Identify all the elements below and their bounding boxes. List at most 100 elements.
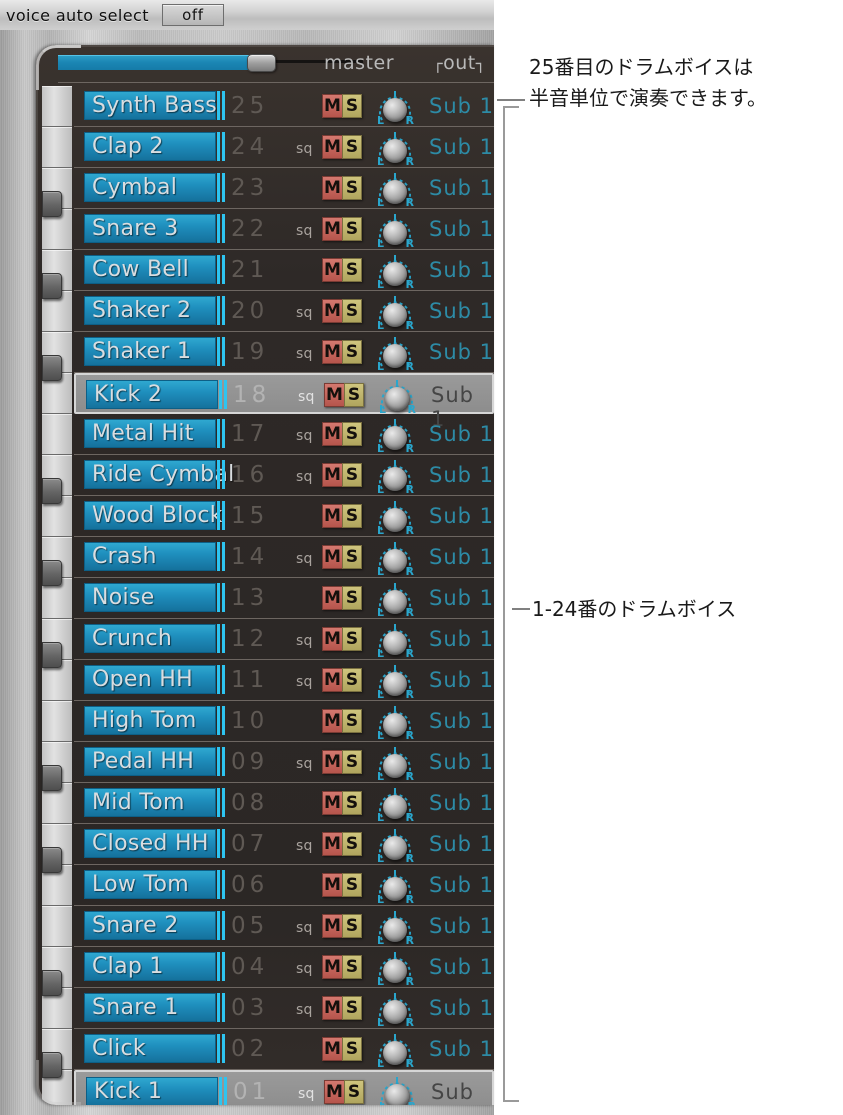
sq-indicator[interactable]: sq (298, 389, 315, 405)
sq-indicator[interactable]: sq (296, 141, 313, 157)
output-assign[interactable]: Sub 1 (429, 545, 494, 569)
output-assign[interactable]: Sub 1 (429, 1037, 494, 1061)
piano-black-key[interactable] (42, 477, 62, 504)
piano-black-key[interactable] (42, 846, 62, 873)
voice-name-field[interactable]: Clap 2 (84, 132, 216, 161)
voice-row[interactable]: Click 02 M S L R Sub 1 (74, 1029, 494, 1070)
mute-button[interactable]: M (322, 217, 342, 241)
pan-knob[interactable]: LR (375, 254, 415, 291)
mute-button[interactable]: M (322, 340, 342, 364)
voice-row[interactable]: Wood Block 15 M S L R Sub 1 (74, 496, 494, 537)
output-assign[interactable]: Sub 1 (429, 299, 494, 323)
piano-black-key[interactable] (42, 354, 62, 381)
voice-row[interactable]: Snare 3 22 sq M S L R Sub 1 (74, 209, 494, 250)
voice-name-field[interactable]: Kick 1 (86, 1077, 218, 1105)
mute-button[interactable]: M (322, 176, 342, 200)
mute-button[interactable]: M (322, 791, 342, 815)
output-assign[interactable]: Sub 1 (429, 586, 494, 610)
solo-button[interactable]: S (342, 545, 362, 569)
piano-black-key[interactable] (42, 969, 62, 996)
voice-name-field[interactable]: Mid Tom (84, 788, 216, 817)
pan-knob[interactable]: LR (375, 992, 415, 1029)
sq-indicator[interactable]: sq (296, 346, 313, 362)
solo-button[interactable]: S (342, 668, 362, 692)
voice-row[interactable]: Cymbal 23 M S L R Sub 1 (74, 168, 494, 209)
voice-row[interactable]: Clap 1 04 sq M S L R Sub 1 (74, 947, 494, 988)
output-assign[interactable]: Sub 1 (431, 1080, 492, 1105)
mute-button[interactable]: M (322, 668, 342, 692)
output-assign[interactable]: Sub 1 (429, 955, 494, 979)
piano-black-key[interactable] (42, 272, 62, 299)
output-assign[interactable]: Sub 1 (429, 94, 494, 118)
mute-button[interactable]: M (322, 94, 342, 118)
piano-black-key[interactable] (42, 641, 62, 668)
voice-row[interactable]: Noise 13 M S L R Sub 1 (74, 578, 494, 619)
pan-knob[interactable]: LR (375, 1033, 415, 1070)
voice-row[interactable]: Cow Bell 21 M S L R Sub 1 (74, 250, 494, 291)
piano-white-key[interactable] (42, 414, 72, 455)
solo-button[interactable]: S (342, 627, 362, 651)
mute-button[interactable]: M (322, 463, 342, 487)
pan-knob[interactable]: LR (375, 787, 415, 824)
voice-row[interactable]: Closed HH 07 sq M S L R Sub 1 (74, 824, 494, 865)
solo-button[interactable]: S (342, 586, 362, 610)
sq-indicator[interactable]: sq (296, 428, 313, 444)
mute-button[interactable]: M (322, 709, 342, 733)
solo-button[interactable]: S (344, 383, 364, 407)
solo-button[interactable]: S (342, 422, 362, 446)
voice-name-field[interactable]: Noise (84, 583, 216, 612)
voice-name-field[interactable]: Crash (84, 542, 216, 571)
sq-indicator[interactable]: sq (296, 633, 313, 649)
piano-white-key[interactable] (42, 127, 72, 168)
voice-name-field[interactable]: Snare 1 (84, 993, 216, 1022)
mute-button[interactable]: M (322, 955, 342, 979)
output-assign[interactable]: Sub 1 (429, 791, 494, 815)
voice-row[interactable]: Crash 14 sq M S L R Sub 1 (74, 537, 494, 578)
voice-row[interactable]: Snare 2 05 sq M S L R Sub 1 (74, 906, 494, 947)
solo-button[interactable]: S (342, 94, 362, 118)
output-assign[interactable]: Sub 1 (429, 996, 494, 1020)
voice-row[interactable]: Low Tom 06 M S L R Sub 1 (74, 865, 494, 906)
pan-knob[interactable]: LR (377, 1076, 417, 1105)
piano-white-key[interactable] (42, 906, 72, 947)
master-slider-handle[interactable] (247, 54, 276, 72)
voice-name-field[interactable]: Ride Cymbal (84, 460, 234, 489)
pan-knob[interactable]: LR (375, 582, 415, 619)
voice-name-field[interactable]: Snare 2 (84, 911, 216, 940)
pan-knob[interactable]: LR (375, 295, 415, 332)
voice-row[interactable]: Shaker 1 19 sq M S L R Sub 1 (74, 332, 494, 373)
solo-button[interactable]: S (342, 504, 362, 528)
voice-name-field[interactable]: Wood Block (84, 501, 223, 530)
piano-keyboard[interactable] (42, 86, 72, 1105)
pan-knob[interactable]: LR (375, 828, 415, 865)
pan-knob[interactable]: LR (375, 541, 415, 578)
voice-row[interactable]: Pedal HH 09 sq M S L R Sub 1 (74, 742, 494, 783)
sq-indicator[interactable]: sq (296, 551, 313, 567)
voice-name-field[interactable]: Pedal HH (84, 747, 216, 776)
output-assign[interactable]: Sub 1 (429, 750, 494, 774)
piano-white-key[interactable] (42, 701, 72, 742)
voice-name-field[interactable]: High Tom (84, 706, 216, 735)
mute-button[interactable]: M (322, 627, 342, 651)
voice-row[interactable]: Synth Bass 25 M S L R Sub 1 (74, 86, 494, 127)
voice-row[interactable]: Clap 2 24 sq M S L R Sub 1 (74, 127, 494, 168)
solo-button[interactable]: S (342, 463, 362, 487)
pan-knob[interactable]: LR (375, 459, 415, 496)
solo-button[interactable]: S (342, 750, 362, 774)
voice-row[interactable]: Mid Tom 08 M S L R Sub 1 (74, 783, 494, 824)
mute-button[interactable]: M (322, 586, 342, 610)
pan-knob[interactable]: LR (375, 869, 415, 906)
mute-button[interactable]: M (322, 914, 342, 938)
voice-name-field[interactable]: Cow Bell (84, 255, 216, 284)
output-assign[interactable]: Sub 1 (429, 463, 494, 487)
mute-button[interactable]: M (322, 299, 342, 323)
pan-knob[interactable]: LR (375, 746, 415, 783)
voice-row[interactable]: Snare 1 03 sq M S L R Sub 1 (74, 988, 494, 1029)
sq-indicator[interactable]: sq (296, 756, 313, 772)
output-assign[interactable]: Sub 1 (429, 217, 494, 241)
mute-button[interactable]: M (322, 258, 342, 282)
voice-row[interactable]: Kick 101sqMSLRSub 1 (74, 1070, 494, 1105)
sq-indicator[interactable]: sq (296, 674, 313, 690)
output-assign[interactable]: Sub 1 (429, 914, 494, 938)
pan-knob[interactable]: LR (375, 131, 415, 168)
